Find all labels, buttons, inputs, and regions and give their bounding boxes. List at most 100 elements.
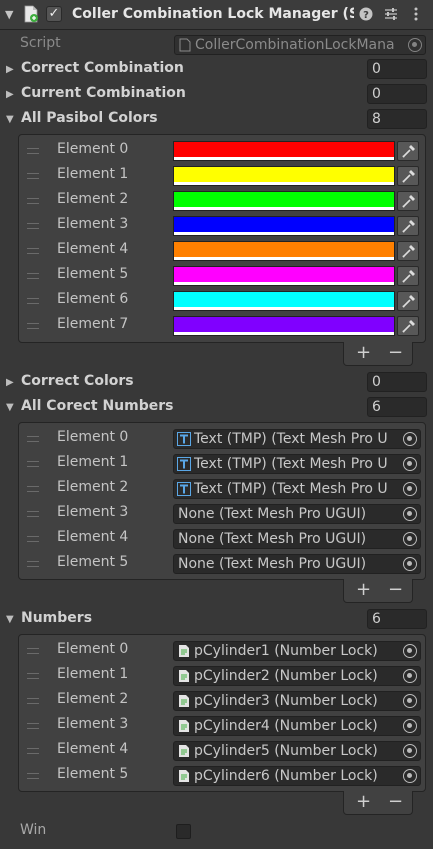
eyedropper-button[interactable] [397,216,419,236]
foldout-expanded-icon[interactable]: ▼ [6,114,14,125]
kebab-menu-icon[interactable] [408,6,424,22]
all-corect-numbers-label[interactable]: All Corect Numbers [21,398,174,414]
current-combination-field[interactable]: 0 [367,84,427,104]
object-picker-icon[interactable] [403,694,417,708]
eyedropper-button[interactable] [397,166,419,186]
object-field[interactable]: Text (TMP) (Text Mesh Pro U [173,479,421,499]
list-item: Element 3 pCylinder4 (Number Lock) [19,714,427,738]
color-swatch[interactable] [173,291,395,311]
object-picker-icon[interactable] [403,744,417,758]
tmp-text-icon [177,482,191,496]
object-picker-icon[interactable] [403,457,417,471]
remove-element-button[interactable]: − [388,791,403,813]
object-picker-icon[interactable] [403,669,417,683]
color-swatch[interactable] [173,191,395,211]
element-label: Element 0 [57,641,129,657]
object-field[interactable]: None (Text Mesh Pro UGUI) [173,529,421,549]
all-corect-numbers-size[interactable]: 6 [367,397,427,417]
remove-element-button[interactable]: − [388,579,403,601]
foldout-collapsed-icon[interactable]: ▶ [6,64,14,75]
drag-handle-icon[interactable] [27,698,39,704]
object-field[interactable]: pCylinder5 (Number Lock) [173,741,421,761]
drag-handle-icon[interactable] [27,436,39,442]
object-picker-icon[interactable] [403,557,417,571]
drag-handle-icon[interactable] [27,561,39,567]
color-swatch[interactable] [173,241,395,261]
drag-handle-icon[interactable] [27,223,39,229]
drag-handle-icon[interactable] [27,648,39,654]
foldout-expanded-icon[interactable]: ▼ [6,402,14,413]
numbers-size[interactable]: 6 [367,609,427,629]
eyedropper-button[interactable] [397,141,419,161]
add-element-button[interactable]: + [356,342,371,364]
drag-handle-icon[interactable] [27,198,39,204]
drag-handle-icon[interactable] [27,723,39,729]
eyedropper-button[interactable] [397,316,419,336]
color-swatch[interactable] [173,166,395,186]
drag-handle-icon[interactable] [27,748,39,754]
component-header[interactable]: ▼ ✓ Coller Combination Lock Manager (Sc … [0,0,433,30]
object-picker-icon[interactable] [403,482,417,496]
drag-handle-icon[interactable] [27,173,39,179]
add-element-button[interactable]: + [356,579,371,601]
object-picker-icon[interactable] [403,769,417,783]
color-swatch[interactable] [173,216,395,236]
numbers-label[interactable]: Numbers [21,610,92,626]
object-picker-icon[interactable] [403,644,417,658]
eyedropper-button[interactable] [397,241,419,261]
object-field[interactable]: pCylinder2 (Number Lock) [173,666,421,686]
object-field[interactable]: pCylinder6 (Number Lock) [173,766,421,786]
foldout-collapsed-icon[interactable]: ▶ [6,89,14,100]
drag-handle-icon[interactable] [27,773,39,779]
foldout-collapsed-icon[interactable]: ▶ [6,377,14,388]
object-field[interactable]: None (Text Mesh Pro UGUI) [173,504,421,524]
eyedropper-button[interactable] [397,266,419,286]
help-icon[interactable]: ? [358,6,374,22]
drag-handle-icon[interactable] [27,536,39,542]
object-picker-icon[interactable] [403,532,417,546]
current-combination-label[interactable]: Current Combination [21,85,186,101]
object-picker-icon[interactable] [403,432,417,446]
correct-combination-field[interactable]: 0 [367,59,427,79]
foldout-arrow-icon[interactable]: ▼ [5,8,13,21]
drag-handle-icon[interactable] [27,298,39,304]
drag-handle-icon[interactable] [27,148,39,154]
object-picker-icon[interactable] [403,507,417,521]
add-element-button[interactable]: + [356,791,371,813]
drag-handle-icon[interactable] [27,511,39,517]
tmp-text-icon [177,457,191,471]
all-pasibol-colors-size[interactable]: 8 [367,109,427,129]
foldout-expanded-icon[interactable]: ▼ [6,614,14,625]
drag-handle-icon[interactable] [27,323,39,329]
object-field[interactable]: pCylinder1 (Number Lock) [173,641,421,661]
object-picker-icon[interactable] [403,719,417,733]
enabled-checkbox[interactable]: ✓ [46,6,62,22]
object-field[interactable]: Text (TMP) (Text Mesh Pro U [173,454,421,474]
drag-handle-icon[interactable] [27,248,39,254]
correct-combination-label[interactable]: Correct Combination [21,60,184,76]
object-field[interactable]: None (Text Mesh Pro UGUI) [173,554,421,574]
drag-handle-icon[interactable] [27,273,39,279]
win-checkbox[interactable] [176,824,191,839]
color-swatch[interactable] [173,316,395,336]
list-item: Element 1 [19,164,427,188]
color-swatch[interactable] [173,141,395,161]
all-pasibol-colors-row: ▼ All Pasibol Colors 8 [0,108,433,132]
element-label: Element 0 [57,141,129,157]
preset-sliders-icon[interactable] [383,6,399,22]
correct-colors-field[interactable]: 0 [367,372,427,392]
object-field[interactable]: pCylinder4 (Number Lock) [173,716,421,736]
drag-handle-icon[interactable] [27,673,39,679]
remove-element-button[interactable]: − [388,342,403,364]
drag-handle-icon[interactable] [27,461,39,467]
win-row: Win [0,820,433,844]
cs-script-icon [179,38,191,52]
all-pasibol-colors-label[interactable]: All Pasibol Colors [21,110,158,126]
color-swatch[interactable] [173,266,395,286]
drag-handle-icon[interactable] [27,486,39,492]
correct-colors-label[interactable]: Correct Colors [21,373,134,389]
object-field[interactable]: pCylinder3 (Number Lock) [173,691,421,711]
eyedropper-button[interactable] [397,191,419,211]
eyedropper-button[interactable] [397,291,419,311]
object-field[interactable]: Text (TMP) (Text Mesh Pro U [173,429,421,449]
